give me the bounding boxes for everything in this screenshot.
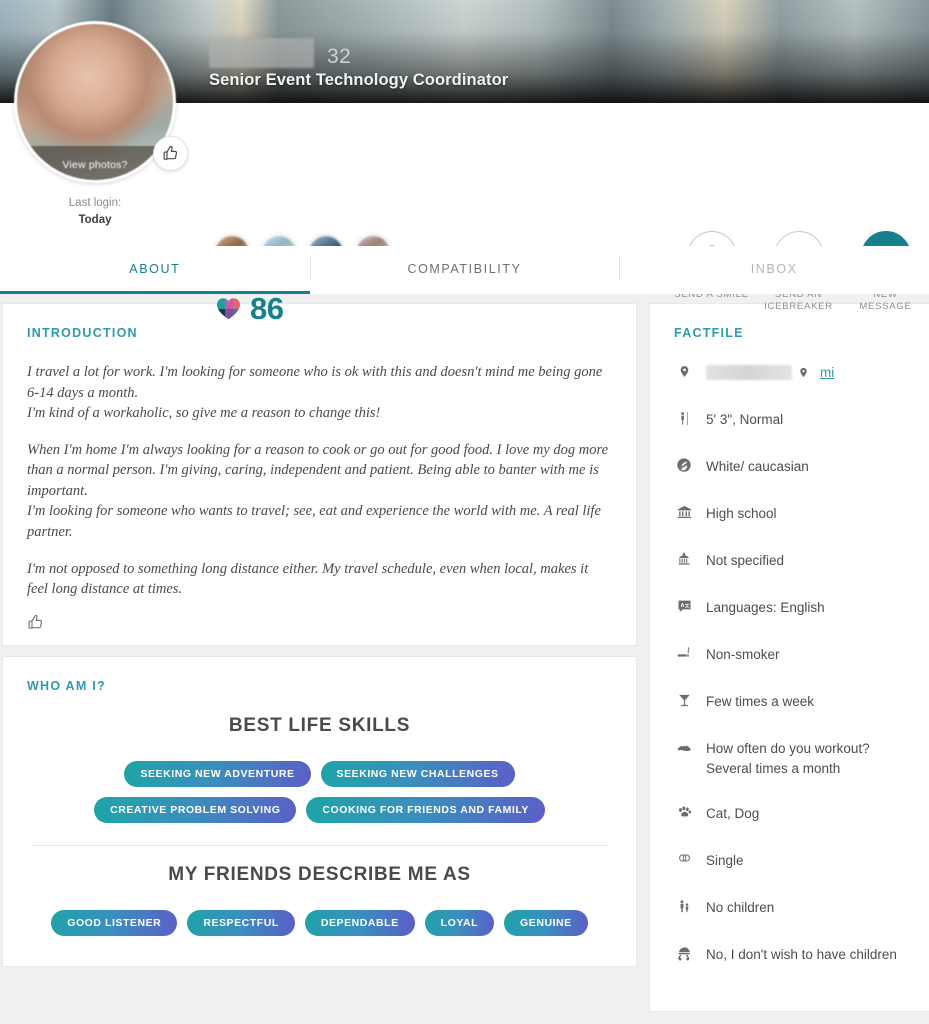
globe-icon bbox=[674, 456, 694, 473]
cocktail-glass-icon bbox=[674, 691, 694, 709]
factfile-value: No, I don't wish to have children bbox=[706, 947, 897, 963]
factfile-value: Not specified bbox=[706, 553, 785, 568]
factfile-value: Few times a week bbox=[706, 694, 815, 709]
right-column: FACTFILE mi 5' 3", Normal White/ caucasi… bbox=[650, 304, 929, 1019]
factfile-height-row: 5' 3", Normal bbox=[650, 409, 929, 431]
stroller-icon bbox=[674, 944, 694, 962]
svg-text:文: 文 bbox=[684, 602, 689, 609]
trait-pill[interactable]: GOOD LISTENER bbox=[51, 909, 178, 936]
profile-headline: Senior Event Technology Coordinator bbox=[209, 71, 509, 89]
factfile-value: No children bbox=[706, 900, 775, 916]
factfile-value: White/ caucasian bbox=[706, 459, 809, 474]
last-login-value: Today bbox=[78, 213, 112, 226]
location-redacted bbox=[706, 365, 792, 381]
sneaker-icon bbox=[674, 738, 694, 755]
trait-pill[interactable]: LOYAL bbox=[424, 909, 495, 936]
body-height-icon bbox=[674, 409, 694, 427]
like-profile-button[interactable] bbox=[153, 136, 188, 171]
factfile-pets-row: Cat, Dog bbox=[650, 803, 929, 825]
distance-link[interactable]: mi bbox=[820, 363, 834, 383]
factfile-value: Single bbox=[706, 853, 744, 869]
who-am-i-divider bbox=[31, 844, 608, 846]
factfile-drinking-row: Few times a week bbox=[650, 691, 929, 713]
rings-icon bbox=[674, 850, 694, 865]
distance-pin-icon bbox=[798, 365, 809, 380]
introduction-title: INTRODUCTION bbox=[27, 326, 138, 340]
introduction-paragraph-1: I travel a lot for work. I'm looking for… bbox=[27, 364, 603, 422]
thumbs-up-icon bbox=[27, 614, 612, 631]
skill-pill[interactable]: SEEKING NEW CHALLENGES bbox=[320, 760, 515, 787]
family-icon bbox=[674, 897, 694, 915]
svg-text:A: A bbox=[680, 603, 684, 609]
factfile-smoking-row: Non-smoker bbox=[650, 644, 929, 666]
cigarette-icon bbox=[674, 644, 694, 661]
best-life-skills-pills: SEEKING NEW ADVENTURE SEEKING NEW CHALLE… bbox=[27, 760, 612, 787]
government-icon bbox=[674, 550, 694, 567]
factfile-value: High school bbox=[706, 506, 777, 521]
factfile-ethnicity-row: White/ caucasian bbox=[650, 456, 929, 478]
friends-describe-heading: MY FRIENDS DESCRIBE ME AS bbox=[168, 863, 471, 885]
who-am-i-title: WHO AM I? bbox=[27, 678, 106, 693]
thumbs-up-icon bbox=[162, 145, 179, 162]
introduction-body: I travel a lot for work. I'm looking for… bbox=[27, 362, 612, 600]
factfile-notspecified-row: Not specified bbox=[650, 550, 929, 572]
friends-describe-pills: GOOD LISTENER RESPECTFUL DEPENDABLE LOYA… bbox=[27, 909, 612, 936]
tab-about[interactable]: ABOUT bbox=[0, 246, 310, 294]
left-column: INTRODUCTION I travel a lot for work. I'… bbox=[0, 304, 636, 1019]
profile-tabs: ABOUT COMPATIBILITY INBOX bbox=[0, 246, 929, 294]
trait-pill[interactable]: GENUINE bbox=[504, 909, 588, 936]
trait-pill[interactable]: RESPECTFUL bbox=[187, 909, 295, 936]
factfile-location-value: mi bbox=[706, 362, 834, 383]
factfile-education-row: High school bbox=[650, 503, 929, 525]
view-photos-label[interactable]: View photos? bbox=[17, 159, 173, 171]
factfile-wants-children-row: No, I don't wish to have children bbox=[650, 944, 929, 966]
skill-pill[interactable]: CREATIVE PROBLEM SOLVING bbox=[94, 796, 297, 823]
factfile-children-row: No children bbox=[650, 897, 929, 919]
skill-pill[interactable]: COOKING FOR FRIENDS AND FAMILY bbox=[306, 796, 545, 823]
factfile-languages-row: A 文 Languages: English bbox=[650, 597, 929, 619]
factfile-value: Non-smoker bbox=[706, 647, 780, 662]
factfile-value: How often do you workout? Several times … bbox=[706, 741, 870, 776]
profile-age: 32 bbox=[327, 45, 352, 68]
multicolor-heart-icon bbox=[216, 297, 241, 320]
factfile-value: Cat, Dog bbox=[706, 806, 760, 822]
bank-building-icon bbox=[674, 503, 694, 520]
match-score-value: 86 bbox=[250, 291, 284, 326]
introduction-like-button[interactable] bbox=[27, 614, 612, 631]
factfile-title: FACTFILE bbox=[674, 326, 744, 340]
factfile-workout-row: How often do you workout? Several times … bbox=[650, 738, 929, 778]
last-login-block: Last login: Today bbox=[14, 195, 176, 228]
introduction-card: INTRODUCTION I travel a lot for work. I'… bbox=[3, 304, 636, 645]
tab-inbox[interactable]: INBOX bbox=[619, 246, 929, 294]
factfile-relationship-row: Single bbox=[650, 850, 929, 872]
last-login-label: Last login: bbox=[68, 197, 122, 209]
factfile-location-row: mi bbox=[650, 362, 929, 384]
introduction-paragraph-3: I'm not opposed to something long distan… bbox=[27, 560, 589, 598]
trait-pill[interactable]: DEPENDABLE bbox=[304, 909, 415, 936]
paw-print-icon bbox=[674, 803, 694, 820]
best-life-skills-heading: BEST LIFE SKILLS bbox=[228, 714, 411, 736]
introduction-paragraph-2: When I'm home I'm always looking for a r… bbox=[27, 441, 609, 541]
main-content: INTRODUCTION I travel a lot for work. I'… bbox=[0, 294, 929, 1019]
skill-pill[interactable]: SEEKING NEW ADVENTURE bbox=[124, 760, 311, 787]
language-icon: A 文 bbox=[674, 597, 694, 614]
best-life-skills-pills-row2: CREATIVE PROBLEM SOLVING COOKING FOR FRI… bbox=[27, 796, 612, 823]
location-pin-icon bbox=[674, 362, 694, 380]
avatar-container[interactable]: View photos? bbox=[14, 21, 188, 183]
who-am-i-card: WHO AM I? BEST LIFE SKILLS SEEKING NEW A… bbox=[3, 656, 636, 966]
factfile-value: 5' 3", Normal bbox=[706, 412, 784, 427]
match-score-row: 86 bbox=[216, 291, 284, 326]
profile-strip: View photos? Last login: Today 86 SEND A… bbox=[0, 21, 929, 324]
avatar[interactable]: View photos? bbox=[14, 21, 176, 183]
factfile-value: Languages: English bbox=[706, 600, 825, 615]
tab-compatibility[interactable]: COMPATIBILITY bbox=[309, 246, 620, 294]
factfile-card: FACTFILE mi 5' 3", Normal White/ caucasi… bbox=[650, 304, 929, 1012]
profile-name-redacted bbox=[209, 38, 314, 68]
